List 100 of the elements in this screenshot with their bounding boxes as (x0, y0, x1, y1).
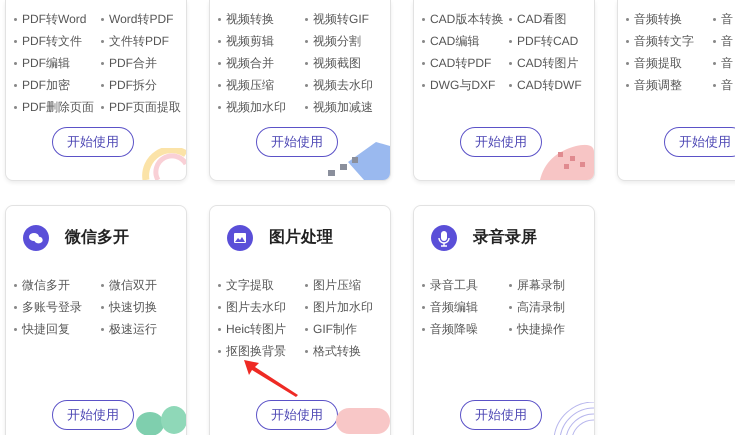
bullet-icon (305, 328, 308, 330)
feature-link[interactable]: 视频合并 (226, 54, 274, 72)
feature-link[interactable]: 音频编辑 (430, 298, 478, 316)
feature-link[interactable]: 图片加水印 (313, 298, 373, 316)
image-icon (227, 225, 253, 251)
bullet-icon (509, 18, 512, 20)
feature-link[interactable]: 音频转文字 (634, 32, 694, 50)
bullet-icon (14, 84, 17, 86)
feature-link[interactable]: 极速运行 (109, 320, 157, 338)
feature-link[interactable]: PDF转Word (22, 10, 86, 28)
feature-link[interactable]: 图片压缩 (313, 276, 361, 294)
feature-link[interactable]: 音 (721, 32, 733, 50)
feature-link[interactable]: 视频转换 (226, 10, 274, 28)
bullet-icon (305, 40, 308, 42)
bullet-icon (218, 18, 221, 20)
feature-link[interactable]: 多账号登录 (22, 298, 82, 316)
feature-link[interactable]: CAD版本转换 (430, 10, 504, 28)
chat-bubbles-icon (23, 225, 49, 251)
feature-link[interactable]: 视频压缩 (226, 76, 274, 94)
start-button[interactable]: 开始使用 (52, 127, 134, 157)
feature-link[interactable]: 视频转GIF (313, 10, 369, 28)
feature-link[interactable]: 音 (721, 76, 733, 94)
feature-link[interactable]: 微信双开 (109, 276, 157, 294)
feature-link[interactable]: 图片去水印 (226, 298, 286, 316)
feature-link[interactable]: PDF删除页面 (22, 98, 94, 116)
bullet-icon (218, 284, 221, 286)
bullet-icon (422, 84, 425, 86)
bullet-icon (713, 18, 716, 20)
feature-link[interactable]: 快速切换 (109, 298, 157, 316)
feature-link[interactable]: 快捷回复 (22, 320, 70, 338)
bullet-icon (305, 84, 308, 86)
feature-link[interactable]: GIF制作 (313, 320, 357, 338)
bullet-icon (422, 306, 425, 308)
feature-link[interactable]: PDF页面提取 (109, 98, 181, 116)
feature-link[interactable]: 文件转PDF (109, 32, 169, 50)
feature-link[interactable]: 音频提取 (634, 54, 682, 72)
feature-link[interactable]: 音频调整 (634, 76, 682, 94)
feature-link[interactable]: PDF转文件 (22, 32, 82, 50)
bullet-icon (218, 40, 221, 42)
feature-link[interactable]: PDF编辑 (22, 54, 70, 72)
feature-link[interactable]: 音 (721, 10, 733, 28)
feature-link[interactable]: 格式转换 (313, 342, 361, 360)
card-title: 录音录屏 (473, 227, 537, 248)
bullet-icon (305, 18, 308, 20)
feature-link[interactable]: CAD转图片 (517, 54, 578, 72)
bullet-icon (101, 284, 104, 286)
feature-link[interactable]: 视频去水印 (313, 76, 373, 94)
bullet-icon (218, 84, 221, 86)
feature-link[interactable]: 视频剪辑 (226, 32, 274, 50)
start-button[interactable]: 开始使用 (256, 127, 338, 157)
feature-link[interactable]: 音频降噪 (430, 320, 478, 338)
feature-link[interactable]: CAD转DWF (517, 76, 582, 94)
bullet-icon (509, 284, 512, 286)
start-button[interactable]: 开始使用 (664, 127, 735, 157)
feature-link[interactable]: 快捷操作 (517, 320, 565, 338)
feature-link[interactable]: Heic转图片 (226, 320, 286, 338)
bullet-icon (305, 306, 308, 308)
feature-link[interactable]: CAD编辑 (430, 32, 480, 50)
start-button[interactable]: 开始使用 (52, 400, 134, 430)
feature-link[interactable]: Word转PDF (109, 10, 174, 28)
card-title: 微信多开 (65, 228, 129, 248)
bullet-icon (14, 62, 17, 64)
bullet-icon (509, 328, 512, 330)
bullet-icon (305, 106, 308, 108)
feature-link[interactable]: 微信多开 (22, 276, 70, 294)
feature-link[interactable]: CAD看图 (517, 10, 566, 28)
bullet-icon (626, 18, 629, 20)
bullet-icon (626, 40, 629, 42)
feature-link[interactable]: DWG与DXF (430, 76, 496, 94)
bullet-icon (626, 62, 629, 64)
start-button[interactable]: 开始使用 (256, 400, 338, 430)
feature-link[interactable]: 视频截图 (313, 54, 361, 72)
feature-link[interactable]: 文字提取 (226, 276, 274, 294)
feature-link[interactable]: 视频加水印 (226, 98, 286, 116)
feature-link[interactable]: 高清录制 (517, 298, 565, 316)
feature-link[interactable]: CAD转PDF (430, 54, 492, 72)
bullet-icon (305, 350, 308, 352)
feature-link[interactable]: PDF拆分 (109, 76, 157, 94)
feature-link[interactable]: 抠图换背景 (226, 342, 286, 360)
bullet-icon (422, 62, 425, 64)
feature-link[interactable]: PDF转CAD (517, 32, 578, 50)
bullet-icon (218, 328, 221, 330)
microphone-icon (431, 225, 457, 251)
feature-link[interactable]: 视频加减速 (313, 98, 373, 116)
feature-link[interactable]: 音 (721, 54, 733, 72)
feature-link[interactable]: 视频分割 (313, 32, 361, 50)
bullet-icon (218, 306, 221, 308)
feature-link[interactable]: 音频转换 (634, 10, 682, 28)
bullet-icon (101, 328, 104, 330)
feature-link[interactable]: PDF合并 (109, 54, 157, 72)
start-button[interactable]: 开始使用 (460, 400, 542, 430)
feature-link[interactable]: 录音工具 (430, 276, 478, 294)
feature-link[interactable]: PDF加密 (22, 76, 70, 94)
bullet-icon (422, 328, 425, 330)
bullet-icon (218, 350, 221, 352)
start-button[interactable]: 开始使用 (460, 127, 542, 157)
bullet-icon (509, 306, 512, 308)
card-title: 图片处理 (269, 228, 333, 248)
bullet-icon (509, 84, 512, 86)
feature-link[interactable]: 屏幕录制 (517, 276, 565, 294)
